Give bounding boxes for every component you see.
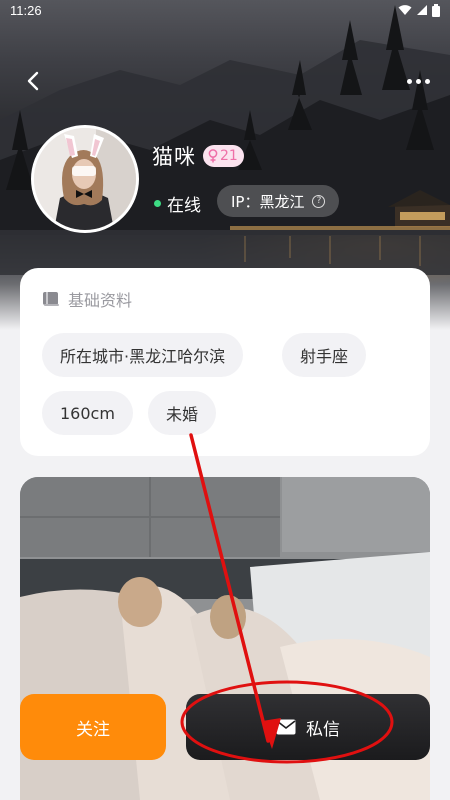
age-value: 21 [220, 148, 238, 164]
cellular-signal-icon [417, 5, 427, 15]
private-message-button[interactable]: 私信 [186, 694, 430, 760]
online-dot-icon [154, 200, 161, 207]
female-icon [208, 149, 218, 163]
basic-info-title: 基础资料 [68, 291, 133, 310]
message-label: 私信 [306, 719, 340, 740]
age-badge: 21 [203, 145, 244, 167]
basic-info-card: 基础资料 所在城市·黑龙江哈尔滨 射手座 160cm 未婚 [20, 268, 430, 456]
online-status: 在线 [154, 191, 201, 216]
tag-city-label: 所在城市·黑龙江哈尔滨 [60, 347, 226, 366]
avatar[interactable] [31, 125, 139, 233]
tag-marital-label: 未婚 [166, 405, 199, 424]
follow-label: 关注 [76, 719, 110, 740]
help-circle-icon[interactable]: ? [312, 194, 326, 208]
status-time: 11:26 [10, 2, 42, 18]
tag-zodiac-label: 射手座 [300, 347, 349, 366]
ip-location-label: IP：黑龙江 [231, 192, 305, 211]
status-bar: 11:26 [0, 0, 450, 20]
back-button[interactable] [18, 66, 48, 96]
battery-icon [432, 3, 440, 17]
wifi-icon [398, 5, 412, 15]
tag-height-label: 160cm [60, 403, 115, 423]
tag-marital-status: 未婚 [148, 391, 217, 435]
book-icon [43, 292, 59, 306]
basic-info-header: 基础资料 [42, 287, 132, 311]
envelope-icon [276, 719, 296, 735]
ip-location-pill[interactable]: IP：黑龙江 ? [217, 185, 340, 217]
username: 猫咪 [152, 145, 196, 169]
tag-zodiac: 射手座 [282, 333, 367, 377]
tag-height: 160cm [42, 391, 133, 435]
tag-city: 所在城市·黑龙江哈尔滨 [42, 333, 244, 377]
chevron-left-icon [27, 71, 39, 91]
more-dots-icon [406, 78, 412, 84]
more-options-button[interactable] [402, 66, 434, 96]
follow-button[interactable]: 关注 [20, 694, 166, 760]
online-label: 在线 [167, 196, 201, 216]
